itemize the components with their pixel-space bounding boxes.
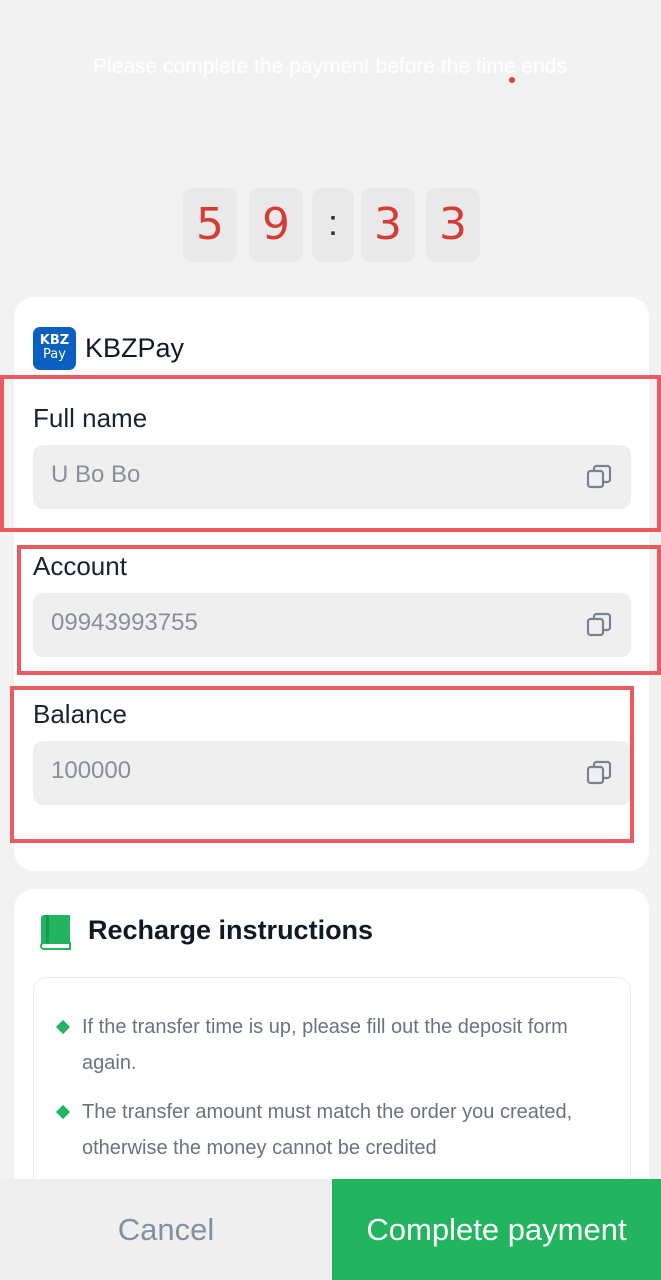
timer-digit: 9 bbox=[249, 188, 303, 262]
cancel-button[interactable]: Cancel bbox=[0, 1179, 332, 1280]
red-dot bbox=[509, 77, 515, 83]
timer-digit: 5 bbox=[183, 188, 237, 262]
kbzpay-logo-line2: Pay bbox=[43, 347, 66, 362]
timer-digit: 3 bbox=[361, 188, 415, 262]
brand-name: KBZPay bbox=[85, 332, 185, 363]
bullet-icon bbox=[55, 1019, 71, 1035]
timer-separator: : bbox=[312, 188, 354, 262]
kbzpay-logo: KBZ Pay bbox=[33, 326, 76, 370]
bottom-action-bar: Cancel Complete payment bbox=[0, 1179, 661, 1280]
instruction-item: The transfer amount must match the order… bbox=[82, 1101, 573, 1159]
highlight-box-balance bbox=[10, 686, 634, 843]
kbzpay-logo-line1: KBZ bbox=[39, 333, 70, 348]
bullet-icon bbox=[55, 1104, 71, 1120]
instruction-item: If the transfer time is up, please fill … bbox=[82, 1016, 568, 1074]
highlight-box-full-name bbox=[0, 375, 661, 532]
payment-notice: Please complete the payment before the t… bbox=[93, 55, 567, 78]
payment-brand: KBZ Pay KBZPay bbox=[33, 326, 184, 370]
highlight-box-account bbox=[17, 545, 661, 675]
complete-payment-button[interactable]: Complete payment bbox=[332, 1179, 661, 1280]
instructions-title: Recharge instructions bbox=[88, 915, 374, 945]
recharge-instructions-card: Recharge instructions If the transfer ti… bbox=[14, 889, 649, 1237]
timer-digit: 3 bbox=[426, 188, 480, 262]
countdown-timer: 5 9 : 3 3 bbox=[0, 188, 661, 262]
book-icon bbox=[39, 915, 71, 950]
